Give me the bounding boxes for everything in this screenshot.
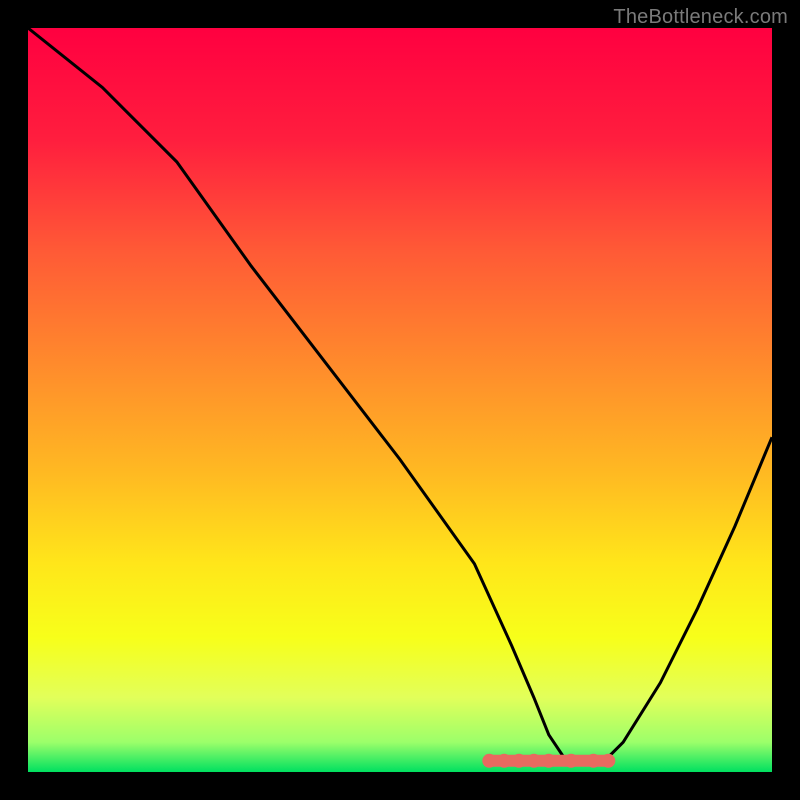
plot-area [28,28,772,772]
watermark-text: TheBottleneck.com [613,6,788,29]
optimal-markers [28,28,772,772]
